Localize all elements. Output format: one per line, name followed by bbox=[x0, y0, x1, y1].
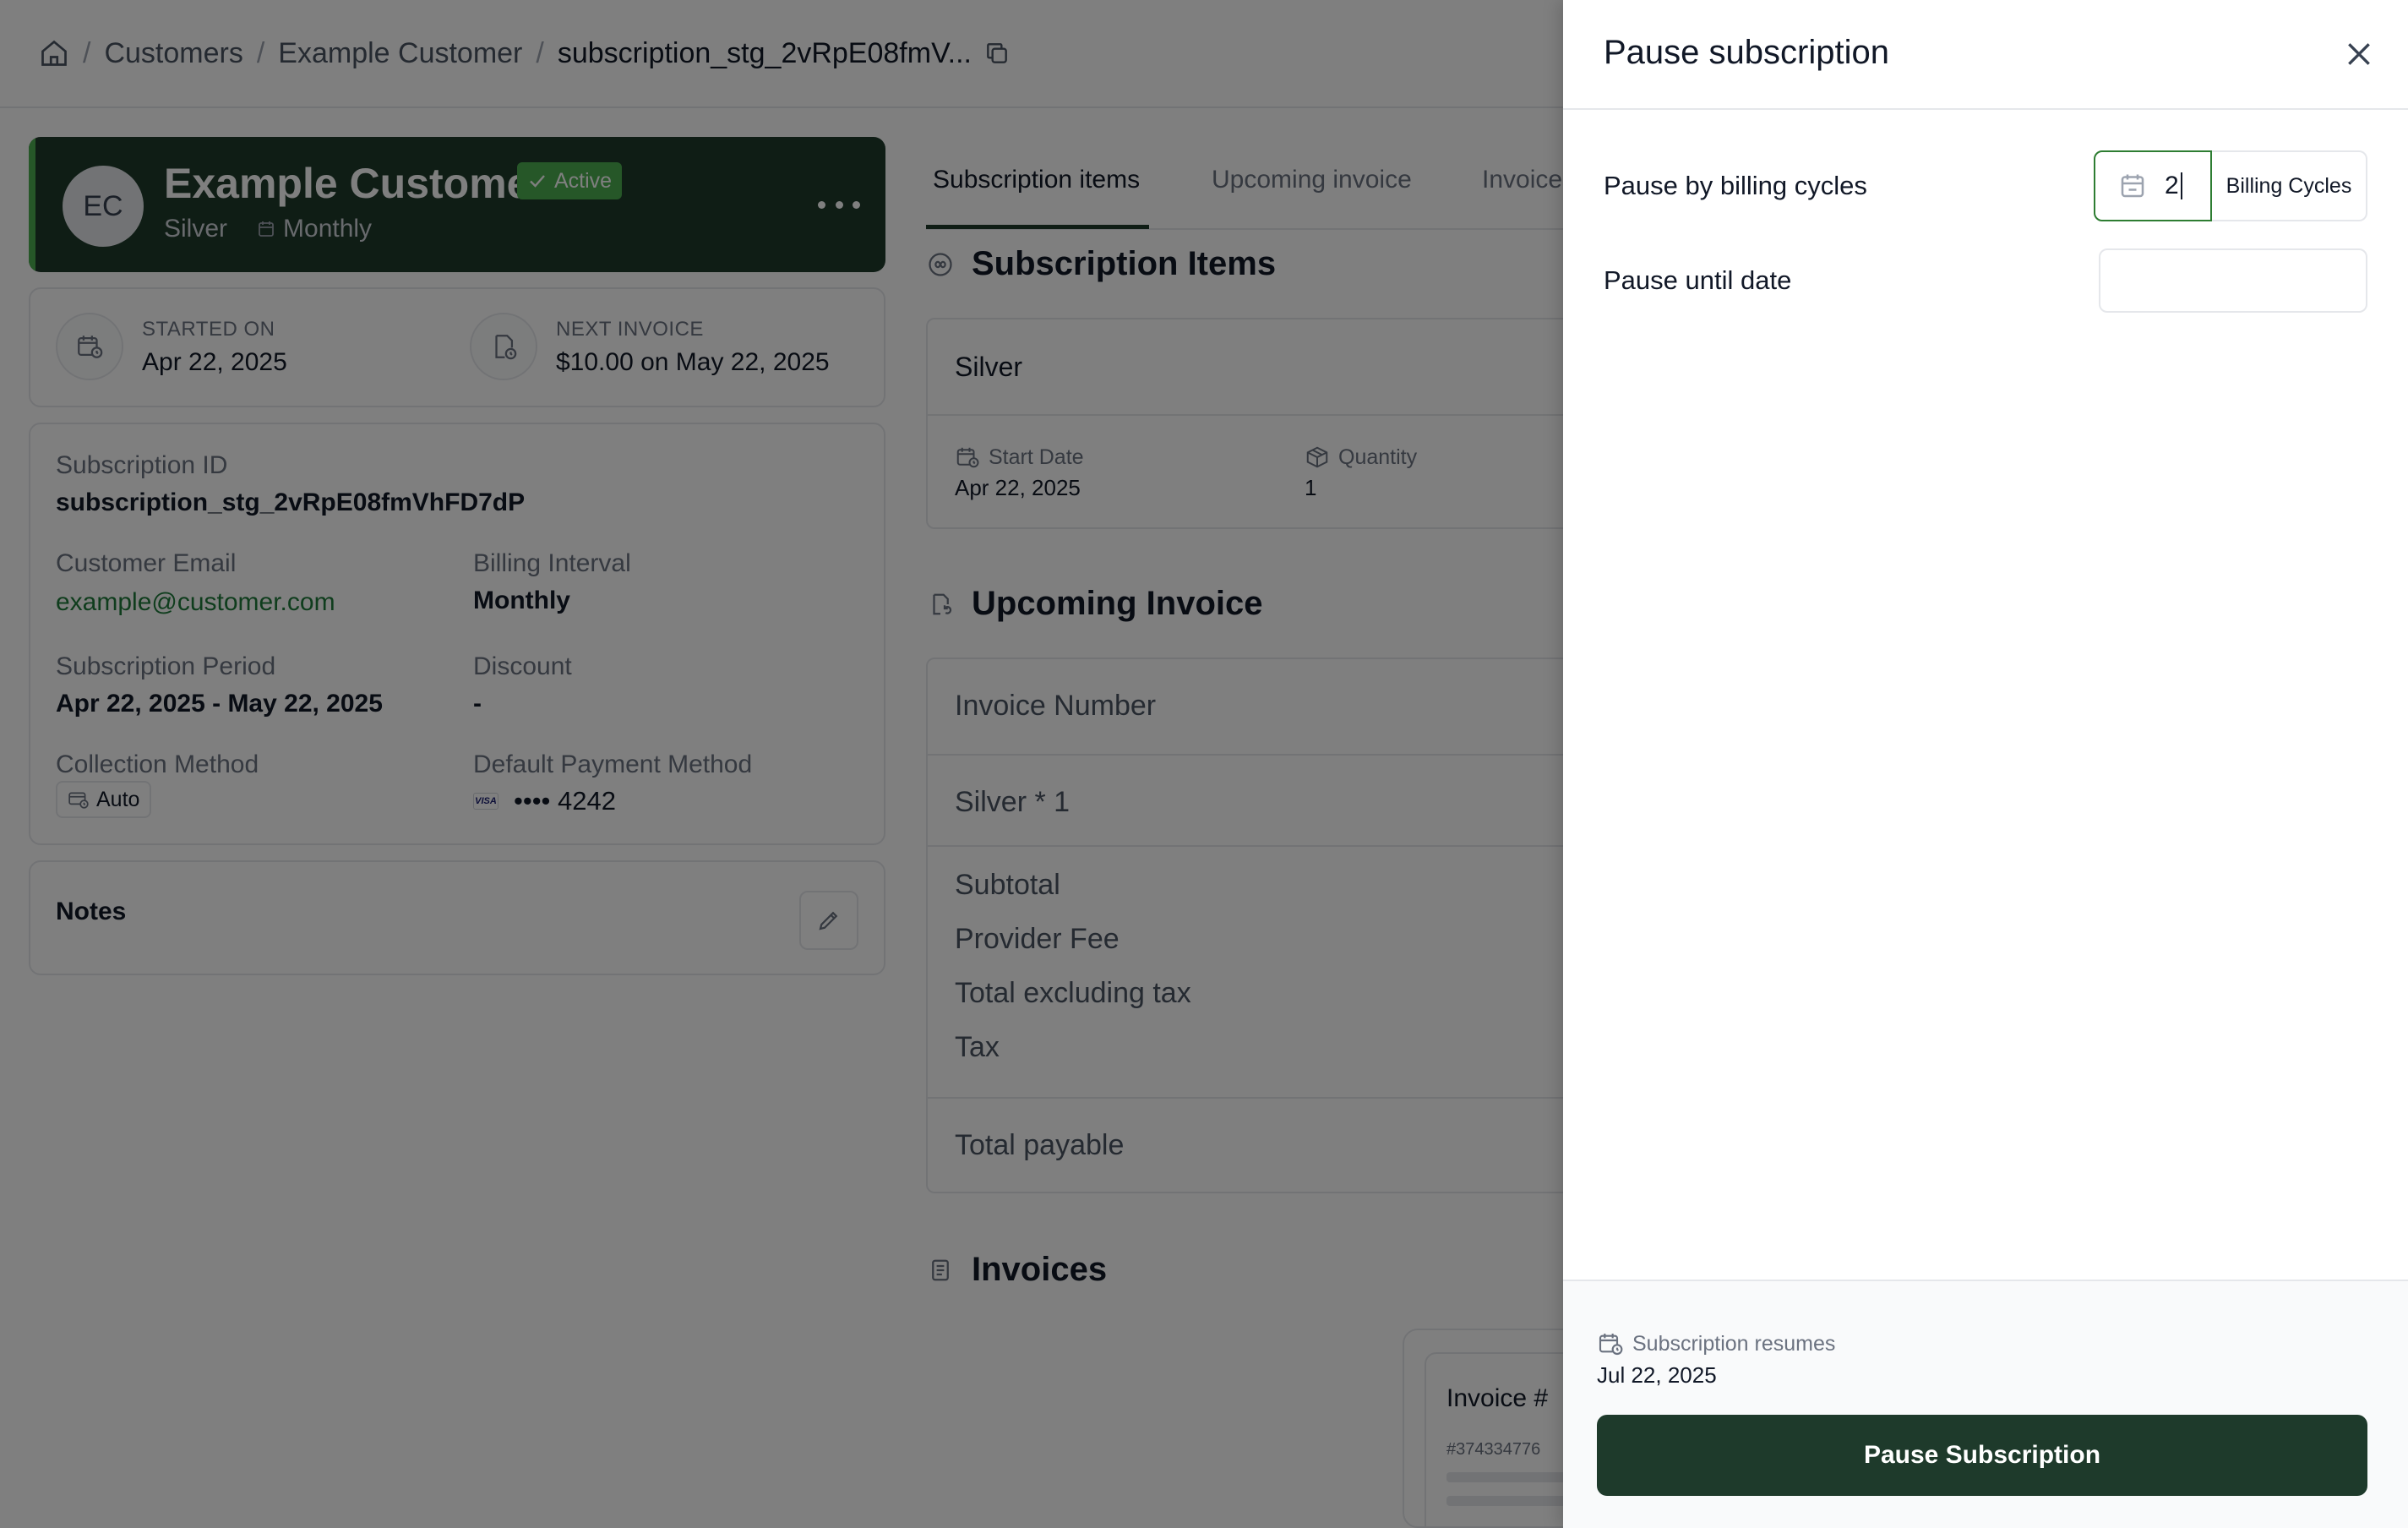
resume-date-label-text: Subscription resumes bbox=[1632, 1331, 1836, 1356]
close-icon[interactable] bbox=[2342, 37, 2376, 71]
calendar-clock-icon bbox=[1599, 1334, 1623, 1356]
pause-subscription-drawer: Pause subscription Pause by billing cycl… bbox=[1563, 0, 2408, 1528]
billing-cycles-input[interactable]: 2 bbox=[2094, 150, 2212, 221]
resume-date-value: Jul 22, 2025 bbox=[1597, 1362, 1717, 1388]
drawer-footer: Subscription resumes Jul 22, 2025 Pause … bbox=[1563, 1280, 2408, 1528]
calendar-icon bbox=[2121, 174, 2144, 198]
pause-until-date-input[interactable] bbox=[2099, 248, 2367, 313]
modal-backdrop[interactable] bbox=[0, 0, 1563, 1528]
billing-cycles-field: 2 Billing Cycles bbox=[2094, 150, 2367, 221]
pause-until-label: Pause until date bbox=[1604, 265, 1792, 295]
resume-date-label: Subscription resumes bbox=[1597, 1330, 1835, 1357]
pause-cycles-label: Pause by billing cycles bbox=[1604, 171, 1867, 200]
drawer-header: Pause subscription bbox=[1563, 0, 2408, 110]
billing-cycles-value: 2 bbox=[2165, 172, 2182, 199]
billing-cycles-addon: Billing Cycles bbox=[2212, 150, 2367, 221]
pause-subscription-button[interactable]: Pause Subscription bbox=[1597, 1415, 2367, 1496]
drawer-title: Pause subscription bbox=[1604, 34, 1889, 71]
